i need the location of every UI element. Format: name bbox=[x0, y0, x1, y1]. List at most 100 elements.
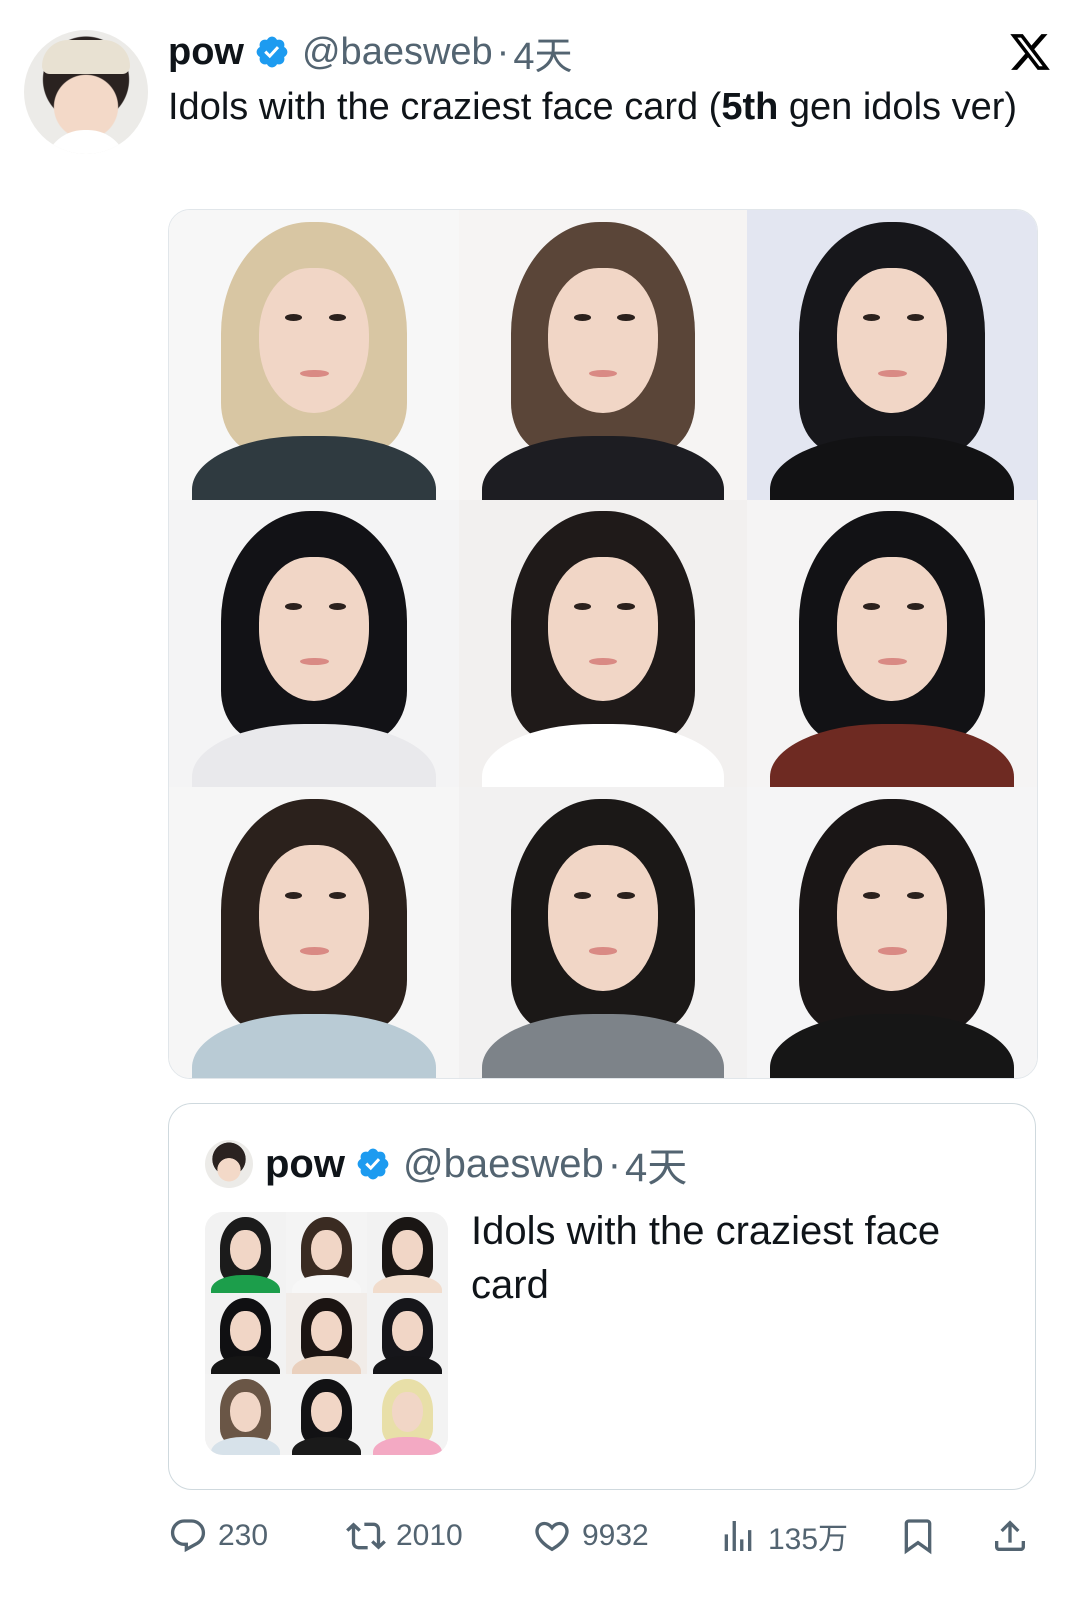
tweet-text: Idols with the craziest face card (5th g… bbox=[168, 80, 1048, 134]
verified-badge-icon bbox=[357, 1148, 389, 1180]
thumbnail-clothing bbox=[292, 1437, 361, 1455]
photo-eye-left bbox=[285, 891, 303, 899]
photo-lips bbox=[877, 947, 907, 955]
thumbnail-photo bbox=[205, 1374, 286, 1455]
photo-lips bbox=[588, 369, 618, 378]
thumbnail-photo bbox=[367, 1374, 448, 1455]
thumbnail-photo bbox=[286, 1374, 367, 1455]
thumbnail-face bbox=[311, 1229, 342, 1271]
thumbnail-face bbox=[230, 1229, 261, 1271]
photo-9[interactable] bbox=[747, 787, 1037, 1078]
retweet-count: 2010 bbox=[396, 1519, 463, 1552]
views-button[interactable]: 135万 bbox=[718, 1508, 848, 1564]
author-display-name[interactable]: pow bbox=[168, 31, 244, 74]
bookmark-button[interactable] bbox=[898, 1508, 938, 1564]
photo-face bbox=[836, 268, 948, 413]
retweet-button[interactable]: 2010 bbox=[346, 1508, 463, 1564]
quoted-tweet[interactable]: pow @baesweb · 4天 Idols with the crazies… bbox=[168, 1103, 1036, 1490]
tweet: pow @baesweb · 4天 Idols with the crazies… bbox=[0, 0, 1080, 1599]
thumbnail-clothing bbox=[292, 1275, 361, 1293]
avatar-shirt bbox=[44, 130, 128, 154]
photo-eye-right bbox=[906, 891, 924, 899]
reply-button[interactable]: 230 bbox=[168, 1508, 268, 1564]
tweet-text-part-2: gen idols ver) bbox=[778, 86, 1018, 128]
thumbnail-face bbox=[230, 1310, 261, 1352]
photo-face bbox=[548, 845, 658, 991]
photo-3[interactable] bbox=[747, 210, 1037, 500]
photo-face bbox=[548, 268, 658, 413]
bookmark-icon bbox=[904, 1519, 932, 1555]
avatar-hat bbox=[42, 40, 130, 74]
heart-icon bbox=[535, 1521, 569, 1552]
photo-6[interactable] bbox=[747, 500, 1037, 787]
share-icon bbox=[995, 1520, 1025, 1551]
quoted-tweet-time[interactable]: 4天 bbox=[625, 1135, 687, 1193]
tweet-header: pow @baesweb · 4天 bbox=[168, 26, 1040, 78]
quoted-author-avatar[interactable] bbox=[205, 1140, 253, 1188]
views-count: 135万 bbox=[768, 1523, 849, 1556]
thumbnail-face bbox=[311, 1391, 342, 1433]
photo-lips bbox=[877, 657, 907, 666]
header-separator: · bbox=[496, 30, 510, 73]
thumbnail-face bbox=[392, 1391, 423, 1433]
photo-face bbox=[548, 557, 658, 701]
tweet-time[interactable]: 4天 bbox=[513, 25, 572, 80]
x-logo-icon[interactable] bbox=[1008, 30, 1052, 74]
photo-lips bbox=[877, 369, 907, 378]
photo-face bbox=[258, 268, 370, 413]
quoted-author-display-name[interactable]: pow bbox=[265, 1142, 345, 1187]
thumbnail-face bbox=[392, 1229, 423, 1271]
photo-1[interactable] bbox=[169, 210, 459, 500]
thumbnail-clothing bbox=[211, 1437, 280, 1455]
photo-face bbox=[258, 557, 370, 701]
thumbnail-clothing bbox=[373, 1437, 442, 1455]
tweet-text-part-1: Idols with the craziest face card ( bbox=[168, 86, 722, 128]
photo-lips bbox=[588, 947, 618, 955]
photo-eye-left bbox=[863, 891, 881, 899]
thumbnail-clothing bbox=[292, 1356, 361, 1374]
quoted-tweet-thumbnail[interactable] bbox=[205, 1212, 448, 1455]
quoted-header-separator: · bbox=[607, 1141, 622, 1186]
photo-face bbox=[836, 845, 948, 991]
photo-7[interactable] bbox=[169, 787, 459, 1078]
photo-eye-left bbox=[574, 891, 592, 899]
quoted-author-handle[interactable]: @baesweb bbox=[403, 1142, 604, 1187]
thumbnail-clothing bbox=[211, 1275, 280, 1293]
thumbnail-photo bbox=[367, 1293, 448, 1374]
author-avatar[interactable] bbox=[24, 30, 148, 154]
share-button[interactable] bbox=[990, 1508, 1030, 1564]
photo-lips bbox=[299, 369, 329, 378]
reply-count: 230 bbox=[218, 1519, 269, 1552]
quoted-tweet-text: Idols with the craziest face card bbox=[471, 1209, 941, 1307]
retweet-icon bbox=[346, 1522, 386, 1550]
photo-eye-right bbox=[328, 891, 346, 899]
thumbnail-face bbox=[230, 1391, 261, 1433]
photo-5[interactable] bbox=[459, 500, 747, 787]
action-bar: 230 2010 9932 135万 bbox=[168, 1508, 1040, 1564]
thumbnail-clothing bbox=[373, 1275, 442, 1293]
photo-8[interactable] bbox=[459, 787, 747, 1078]
thumbnail-photo bbox=[286, 1212, 367, 1293]
thumbnail-photo bbox=[367, 1212, 448, 1293]
photo-2[interactable] bbox=[459, 210, 747, 500]
photo-face bbox=[836, 557, 948, 701]
photo-face bbox=[258, 845, 370, 991]
photo-grid[interactable] bbox=[168, 209, 1038, 1079]
thumbnail-clothing bbox=[373, 1356, 442, 1374]
thumbnail-photo bbox=[205, 1293, 286, 1374]
reply-icon bbox=[170, 1519, 206, 1553]
tweet-text-bold: 5th bbox=[721, 86, 779, 128]
thumbnail-face bbox=[311, 1310, 342, 1352]
verified-badge-icon bbox=[256, 36, 288, 68]
like-button[interactable]: 9932 bbox=[532, 1508, 649, 1564]
photo-eye-right bbox=[617, 891, 635, 899]
views-icon bbox=[724, 1521, 752, 1551]
photo-lips bbox=[299, 947, 329, 955]
photo-4[interactable] bbox=[169, 500, 459, 787]
quoted-tweet-header: pow @baesweb · 4天 bbox=[205, 1136, 687, 1192]
photo-lips bbox=[299, 657, 329, 666]
like-count: 9932 bbox=[582, 1519, 649, 1552]
thumbnail-face bbox=[392, 1310, 423, 1352]
thumbnail-photo bbox=[205, 1212, 286, 1293]
author-handle[interactable]: @baesweb bbox=[302, 31, 493, 74]
